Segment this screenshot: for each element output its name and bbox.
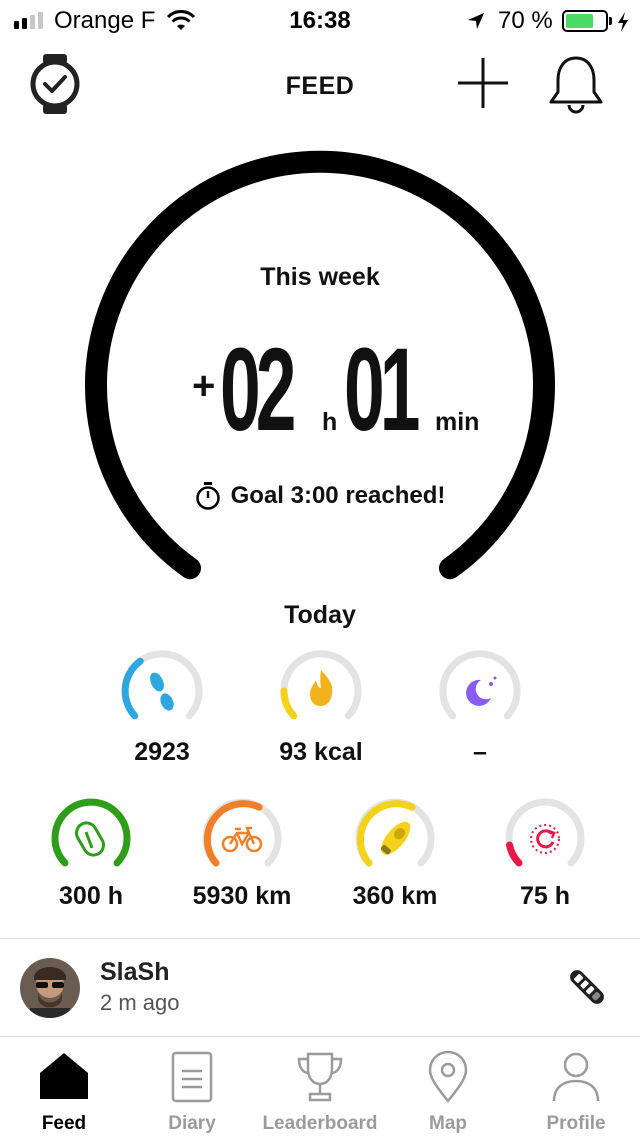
divider — [0, 938, 640, 939]
tab-leaderboard[interactable]: Leaderboard — [256, 1037, 384, 1136]
feed-post-time: 2 m ago — [100, 990, 180, 1015]
running-ring[interactable] — [352, 796, 438, 882]
steps-value: 2923 — [134, 738, 190, 766]
duration-hours: 02 — [220, 324, 296, 456]
page-title: FEED — [285, 72, 355, 100]
shoe-icon — [570, 970, 604, 1004]
tab-bar: Feed Diary Leaderboard Map Profile — [0, 1036, 640, 1136]
diary-icon — [171, 1051, 213, 1103]
weekly-label: This week — [260, 263, 380, 291]
avatar[interactable] — [20, 958, 80, 1018]
charging-bolt-icon — [618, 12, 628, 32]
location-arrow-icon — [468, 13, 484, 29]
carabiner-icon — [75, 821, 105, 857]
bell-icon[interactable] — [546, 54, 606, 114]
battery-percentage: 70 % — [498, 7, 553, 34]
tab-label: Diary — [168, 1113, 216, 1134]
stopwatch-icon — [195, 482, 220, 510]
battery-icon — [562, 10, 612, 32]
tab-feed[interactable]: Feed — [0, 1037, 128, 1136]
trophy-icon — [297, 1052, 343, 1102]
footsteps-icon — [150, 672, 174, 711]
add-icon[interactable] — [456, 56, 510, 110]
duration-minutes-unit: min — [435, 408, 480, 436]
moon-icon — [466, 676, 497, 706]
today-label: Today — [284, 601, 356, 629]
tab-diary[interactable]: Diary — [128, 1037, 256, 1136]
shoe-icon — [381, 821, 411, 855]
flame-icon — [310, 670, 333, 706]
climbing-ring[interactable] — [48, 796, 134, 882]
steps-ring[interactable] — [117, 646, 207, 736]
other-activity-ring[interactable] — [502, 796, 588, 882]
duration-prefix: + — [192, 364, 216, 408]
bike-icon — [221, 826, 263, 853]
cycling-ring[interactable] — [199, 796, 285, 882]
duration-minutes: 01 — [344, 324, 420, 456]
map-pin-icon — [428, 1051, 468, 1103]
other-activity-value: 75 h — [519, 882, 571, 910]
tab-label: Leaderboard — [262, 1113, 378, 1134]
profile-icon — [552, 1052, 600, 1102]
duration-hours-unit: h — [322, 408, 338, 436]
tab-label: Feed — [41, 1113, 87, 1134]
status-bar: Orange F 16:38 70 % — [0, 0, 640, 40]
tab-label: Profile — [546, 1113, 606, 1134]
tab-profile[interactable]: Profile — [512, 1037, 640, 1136]
goal-text: Goal 3:00 reached! — [230, 482, 446, 509]
tab-label: Map — [429, 1113, 467, 1134]
sleep-ring[interactable] — [435, 646, 525, 736]
tab-map[interactable]: Map — [384, 1037, 512, 1136]
weekly-duration: + 02 h 01 min — [192, 324, 492, 456]
sleep-value: – — [473, 738, 487, 766]
activity-icon — [530, 824, 560, 854]
calories-value: 93 kcal — [279, 738, 363, 766]
goal-status: Goal 3:00 reached! — [0, 482, 640, 510]
home-icon — [40, 1053, 88, 1099]
feed-user-name[interactable]: SlaSh — [100, 958, 169, 987]
calories-ring[interactable] — [276, 646, 366, 736]
